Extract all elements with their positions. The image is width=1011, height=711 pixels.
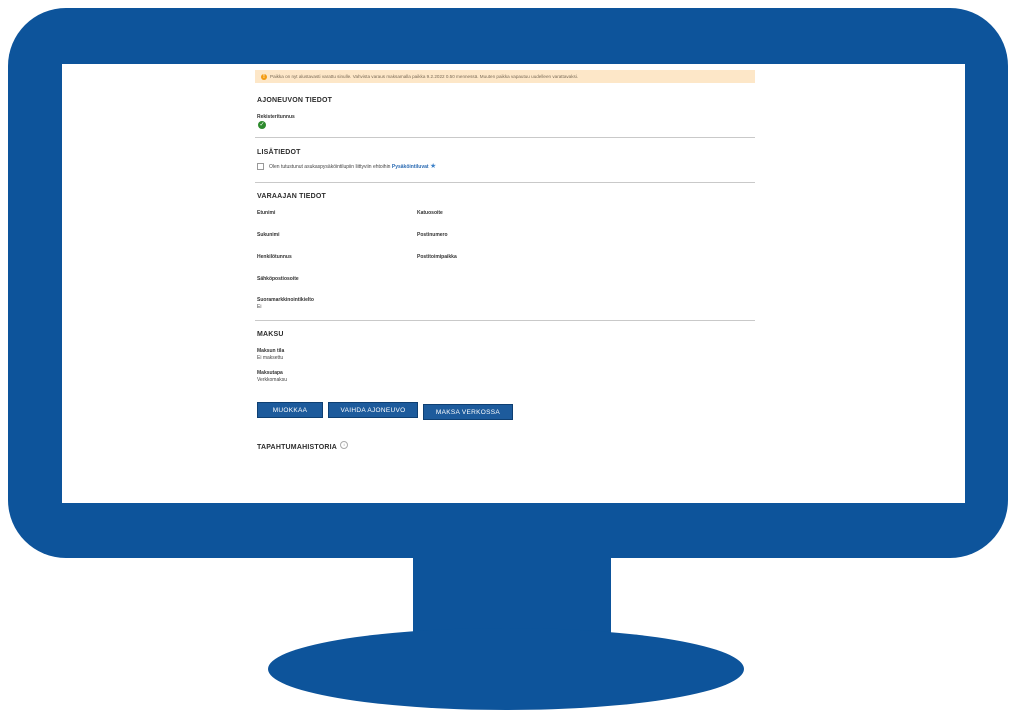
info-icon[interactable]: i (340, 440, 349, 449)
extra-section-title: LISÄTIEDOT (257, 149, 301, 156)
payment-method-value: Verkkomaksu (257, 377, 288, 383)
terms-row: Olen tutustunut asukaspysäköintilupiin l… (257, 162, 436, 171)
last-name-label: Sukunimi (257, 232, 280, 238)
city-label: Postitoimipaikka (417, 254, 457, 260)
monitor-screen: ! Paikka on nyt alustavasti varattu sinu… (62, 64, 965, 503)
marketing-ban-label: Suoramarkkinointikielto (257, 297, 314, 303)
ssn-label: Henkilötunnus (257, 254, 292, 260)
reservation-page: ! Paikka on nyt alustavasti varattu sinu… (255, 70, 755, 451)
reserver-section-title: VARAAJAN TIEDOT (257, 193, 326, 200)
pay-online-button[interactable]: MAKSA VERKOSSA (423, 404, 513, 420)
alert-text: Paikka on nyt alustavasti varattu sinull… (270, 74, 579, 79)
payment-method-label: Maksutapa (257, 370, 283, 376)
warning-icon: ! (261, 73, 267, 80)
history-section-title[interactable]: TAPAHTUMAHISTORIA (257, 444, 337, 451)
terms-text: Olen tutustunut asukaspysäköintilupiin l… (269, 164, 391, 170)
monitor-stand (268, 628, 744, 710)
payment-status-value: Ei maksettu (257, 355, 284, 361)
postal-code-label: Postinumero (417, 232, 448, 238)
payment-section-title: MAKSU (257, 331, 284, 338)
street-label: Katuosoite (417, 210, 443, 216)
history-row: TAPAHTUMAHISTORIA i (257, 436, 349, 454)
divider (255, 320, 755, 321)
terms-checkbox[interactable] (257, 163, 264, 171)
divider (255, 137, 755, 138)
marketing-ban-value: Ei (257, 304, 262, 310)
edit-button[interactable]: MUOKKAA (257, 402, 323, 418)
star-icon[interactable]: ★ (430, 163, 436, 170)
divider (255, 182, 755, 183)
email-label: Sähköpostiosoite (257, 276, 299, 282)
vehicle-section-title: AJONEUVON TIEDOT (257, 97, 333, 104)
registration-label: Rekisteritunnus (257, 114, 295, 120)
payment-status-label: Maksun tila (257, 348, 285, 354)
reservation-alert: ! Paikka on nyt alustavasti varattu sinu… (255, 70, 755, 83)
change-vehicle-button[interactable]: VAIHDA AJONEUVO (328, 402, 418, 418)
parking-permits-link[interactable]: Pysäköintiluvat (392, 164, 429, 170)
check-circle-icon: ✓ (258, 121, 266, 129)
first-name-label: Etunimi (257, 210, 276, 216)
